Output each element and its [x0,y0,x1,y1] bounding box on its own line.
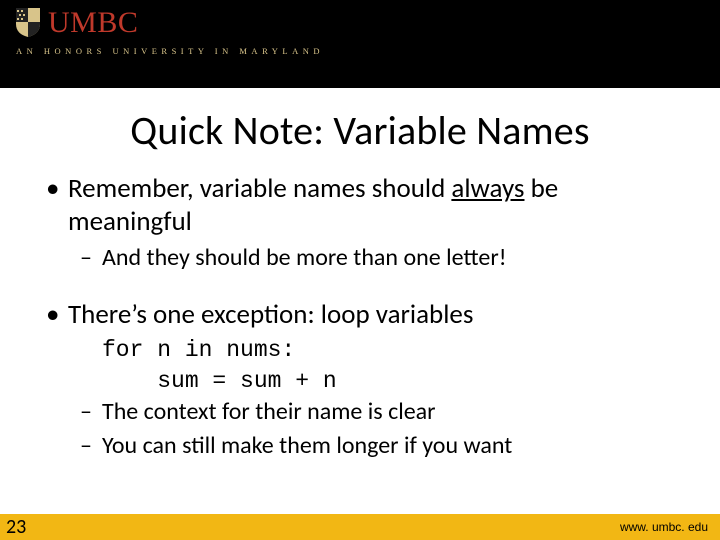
logo-wordmark: UMBC [48,8,138,38]
logo-row: UMBC [14,6,706,38]
shield-icon [14,6,42,38]
text-underline: always [451,172,524,205]
bullet-level1: There’s one exception: loop variables [40,299,680,332]
bullet-text: You can still make them longer if you wa… [102,431,512,460]
tagline: AN HONORS UNIVERSITY IN MARYLAND [16,46,706,56]
bullet-level2: You can still make them longer if you wa… [40,431,680,461]
footer-url: www. umbc. edu [620,520,708,534]
code-line: for n in nums: [40,336,680,365]
bullet-text: And they should be more than one letter! [102,243,507,272]
slide-title: Quick Note: Variable Names [0,106,720,155]
footer-bar: 23 www. umbc. edu [0,514,720,540]
bullet-level2: And they should be more than one letter! [40,243,680,273]
slide-number: 23 [6,515,26,539]
text-fragment: Remember, variable names should [68,172,451,205]
bullet-level2: The context for their name is clear [40,397,680,427]
header-bar: UMBC AN HONORS UNIVERSITY IN MARYLAND [0,0,720,88]
slide-content: Remember, variable names should always b… [0,155,720,514]
bullet-text: There’s one exception: loop variables [68,298,473,331]
spacer [40,277,680,299]
slide: UMBC AN HONORS UNIVERSITY IN MARYLAND Qu… [0,0,720,540]
code-line: sum = sum + n [40,367,680,396]
bullet-text: The context for their name is clear [102,397,436,426]
bullet-level1: Remember, variable names should always b… [40,173,680,239]
